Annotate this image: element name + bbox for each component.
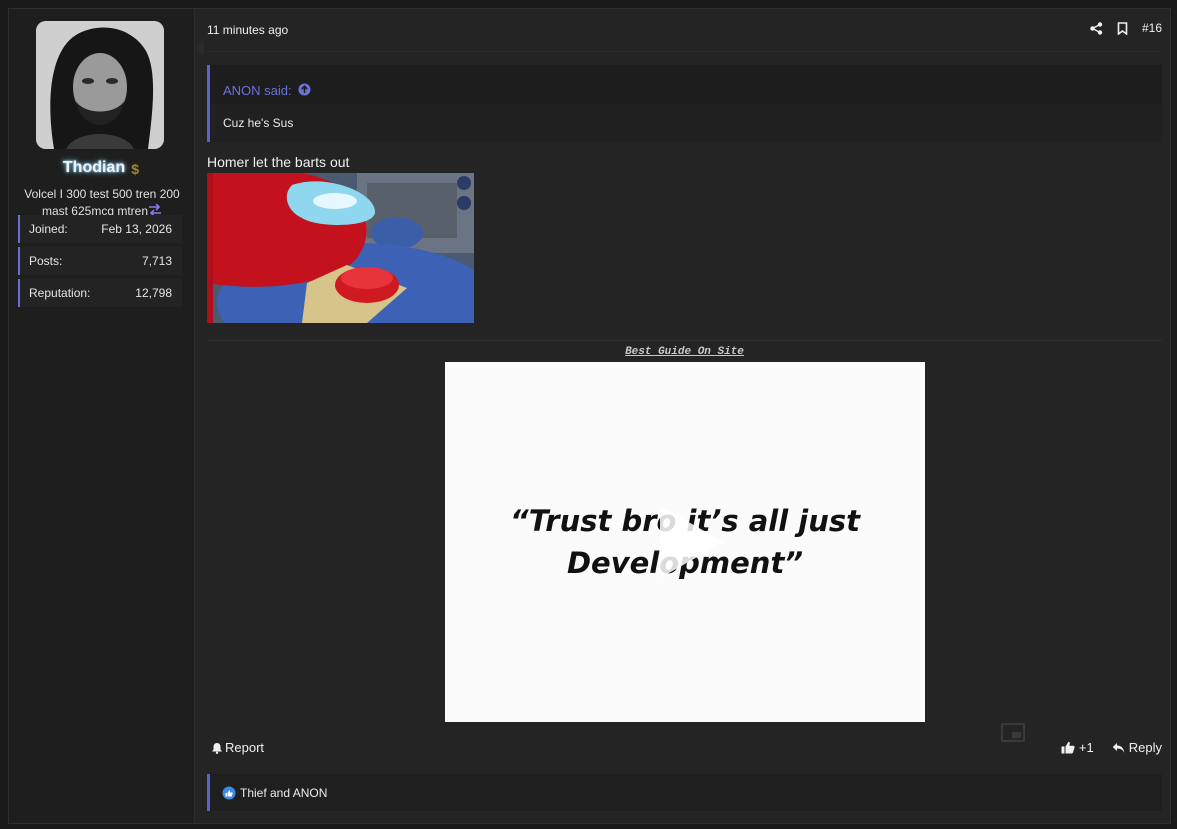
reply-icon — [1112, 742, 1125, 753]
stat-label: Posts: — [29, 254, 63, 268]
quote-author[interactable]: ANON said: — [223, 83, 292, 98]
share-icon[interactable] — [1090, 21, 1103, 35]
post-gif-image[interactable] — [207, 173, 474, 323]
bookmark-icon[interactable] — [1117, 21, 1128, 35]
signature-divider — [207, 340, 1162, 341]
reactions-text[interactable]: Thief and ANON — [240, 786, 327, 800]
post-header-actions: #16 — [1090, 21, 1162, 35]
dollar-icon: $ — [131, 161, 139, 177]
reply-button[interactable]: Reply — [1112, 740, 1162, 755]
quote-header: ANON said: — [210, 65, 1162, 104]
thumbs-up-icon — [1061, 741, 1075, 754]
stat-joined: Joined: Feb 13, 2026 — [18, 215, 182, 243]
quote-text: Cuz he's Sus — [210, 104, 1162, 142]
post-number[interactable]: #16 — [1142, 21, 1162, 35]
stat-label: Joined: — [29, 222, 68, 236]
post-main: 11 minutes ago #16 ANON said: Cuz he's S… — [207, 9, 1162, 823]
stat-value: 7,713 — [141, 254, 172, 268]
like-reaction-icon — [222, 786, 236, 799]
post-timestamp[interactable]: 11 minutes ago — [207, 23, 288, 37]
bell-icon — [212, 742, 222, 754]
signature-video[interactable]: “Trust bro it’s all just Development” — [445, 362, 925, 722]
signature-link[interactable]: Best Guide On Site — [207, 346, 1162, 358]
post-body-text: Homer let the barts out — [207, 154, 350, 170]
avatar[interactable] — [36, 21, 164, 149]
reply-label[interactable]: Reply — [1129, 740, 1162, 755]
post-container: Thodian $ Volcel I 300 test 500 tren 200 … — [8, 8, 1171, 824]
user-sidebar: Thodian $ Volcel I 300 test 500 tren 200 … — [9, 9, 195, 823]
picture-in-picture-icon[interactable] — [1001, 723, 1025, 742]
username-text[interactable]: Thodian — [63, 159, 125, 176]
stat-value: Feb 13, 2026 — [101, 222, 172, 236]
username[interactable]: Thodian $ — [9, 159, 195, 177]
reactions-bar: Thief and ANON — [207, 774, 1162, 811]
arrow-up-circle-icon[interactable] — [298, 83, 311, 99]
post-header: 11 minutes ago #16 — [207, 9, 1162, 52]
stat-posts: Posts: 7,713 — [18, 247, 182, 275]
stat-value: 12,798 — [135, 286, 172, 300]
quote-block: ANON said: Cuz he's Sus — [207, 65, 1162, 142]
stat-label: Reputation: — [29, 286, 91, 300]
post-actions: +1 Reply — [1061, 740, 1162, 755]
stat-reputation: Reputation: 12,798 — [18, 279, 182, 307]
like-count: +1 — [1078, 740, 1094, 755]
play-icon[interactable] — [650, 502, 730, 582]
sidebar-arrow — [195, 39, 204, 57]
report-button[interactable]: Report — [211, 740, 264, 755]
like-button[interactable]: +1 — [1061, 740, 1094, 755]
report-label[interactable]: Report — [225, 740, 264, 755]
